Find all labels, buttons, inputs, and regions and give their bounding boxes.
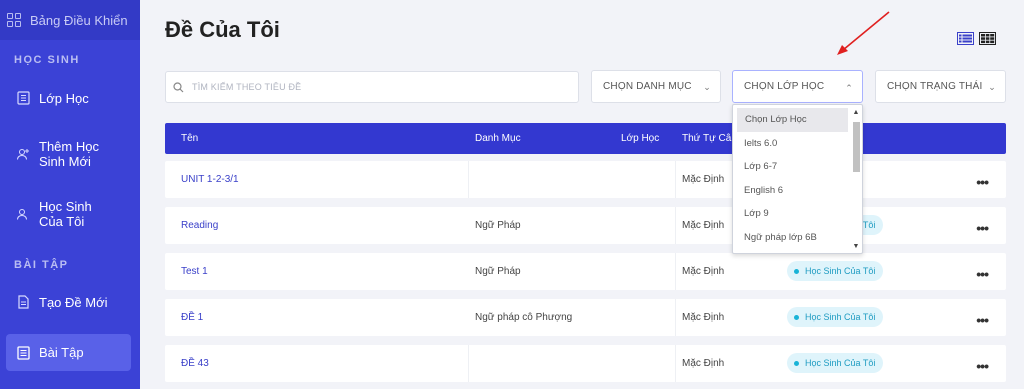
chevron-down-icon: ⌄	[703, 82, 711, 92]
category-cell: Ngữ pháp cô Phượng	[475, 312, 573, 323]
dashboard-label: Bảng Điều Khiển	[30, 12, 128, 28]
status-dot	[794, 314, 799, 320]
column-divider	[675, 299, 676, 336]
dashboard-grid-icon	[7, 13, 21, 27]
main-content: Đề Của Tôi TÌM KIẾM THEO TIÊU ĐỀ CHỌN DA…	[140, 0, 1024, 389]
annotation-arrow-icon	[837, 11, 890, 55]
dropdown-option[interactable]: English 6	[733, 179, 848, 203]
dropdown-option[interactable]: Lớp 6-7	[733, 155, 848, 179]
class-select[interactable]: CHỌN LỚP HỌC ⌃	[732, 70, 863, 103]
column-header-category[interactable]: Danh Mục	[475, 133, 521, 144]
section-students-heading: HỌC SINH	[14, 54, 80, 66]
more-actions-icon[interactable]: •••	[976, 266, 989, 282]
column-header-class[interactable]: Lớp Học	[621, 133, 659, 144]
exam-name-link[interactable]: ĐỀ 1	[181, 312, 203, 323]
section-exercises-heading: BÀI TẬP	[14, 259, 69, 271]
category-cell: Ngữ Pháp	[475, 266, 521, 277]
status-badge: Học Sinh Của Tôi	[787, 307, 884, 327]
status-badge-label: Học Sinh Của Tôi	[805, 312, 876, 322]
class-select-value: CHỌN LỚP HỌC	[744, 81, 825, 92]
more-actions-icon[interactable]: •••	[976, 358, 989, 374]
chevron-down-icon: ⌄	[988, 82, 996, 92]
status-dot	[794, 360, 799, 366]
order-cell: Mặc Định	[682, 358, 725, 369]
order-cell: Mặc Định	[682, 312, 725, 323]
exam-name-link[interactable]: Reading	[181, 220, 218, 231]
sidebar-item-add-student[interactable]: Thêm Học Sinh Mới	[6, 137, 131, 171]
search-placeholder: TÌM KIẾM THEO TIÊU ĐỀ	[192, 82, 302, 92]
more-actions-icon[interactable]: •••	[976, 220, 989, 236]
column-divider	[468, 161, 469, 198]
sidebar-item-label: Bài Tập	[39, 345, 84, 360]
column-divider	[675, 207, 676, 244]
order-cell: Mặc Định	[682, 220, 725, 231]
table-row[interactable]: ĐỀ 43 Mặc Định Học Sinh Của Tôi •••	[165, 345, 1006, 382]
add-user-icon	[16, 147, 30, 161]
dropdown-option[interactable]: Ngữ pháp lớp 6B	[733, 226, 848, 250]
class-dropdown-list: Chọn Lớp Học Ielts 6.0 Lớp 6-7 English 6…	[732, 104, 863, 254]
category-select-value: CHỌN DANH MỤC	[603, 81, 692, 92]
scroll-down-arrow-icon[interactable]: ▼	[852, 243, 860, 251]
page-title: Đề Của Tôi	[165, 17, 280, 42]
column-divider	[468, 345, 469, 382]
search-input[interactable]: TÌM KIẾM THEO TIÊU ĐỀ	[165, 71, 579, 103]
column-header-order[interactable]: Thứ Tự Câu	[682, 133, 737, 144]
status-select[interactable]: CHỌN TRẠNG THÁI ⌄	[875, 70, 1006, 103]
exam-name-link[interactable]: ĐỀ 43	[181, 358, 209, 369]
dropdown-option[interactable]: Ielts 6.0	[733, 132, 848, 156]
sidebar-item-classes[interactable]: Lớp Học	[6, 88, 131, 108]
dashboard-link[interactable]: Bảng Điều Khiển	[0, 0, 140, 40]
user-icon	[16, 207, 30, 221]
table-row[interactable]: UNIT 1-2-3/1 Mặc Định •••	[165, 161, 1006, 198]
column-header-name[interactable]: Tên	[181, 133, 198, 144]
more-actions-icon[interactable]: •••	[976, 312, 989, 328]
sidebar-item-my-students[interactable]: Học Sinh Của Tôi	[6, 197, 131, 231]
table-row[interactable]: Reading Ngữ Pháp Mặc Định Học Sinh Của T…	[165, 207, 1006, 244]
dropdown-option[interactable]: Chọn Lớp Học	[737, 108, 848, 132]
dropdown-scrollbar[interactable]: ▲ ▼	[852, 109, 860, 251]
scrollbar-thumb[interactable]	[852, 122, 860, 172]
status-select-value: CHỌN TRẠNG THÁI	[887, 81, 983, 92]
view-toggle	[957, 32, 996, 45]
sidebar-item-label: Lớp Học	[39, 90, 89, 106]
sidebar-item-label: Thêm Học Sinh Mới	[39, 139, 99, 169]
column-divider	[675, 253, 676, 290]
status-badge-label: Học Sinh Của Tôi	[805, 358, 876, 368]
status-badge: Học Sinh Của Tôi	[787, 261, 884, 281]
sidebar: Bảng Điều Khiển HỌC SINH Lớp Học Thêm Họ…	[0, 0, 140, 389]
exam-name-link[interactable]: UNIT 1-2-3/1	[181, 174, 239, 185]
sidebar-item-label: Tạo Đề Mới	[39, 294, 108, 310]
table-header: Tên Danh Mục Lớp Học Thứ Tự Câu	[165, 123, 1006, 154]
chevron-up-icon: ⌃	[845, 83, 853, 93]
search-icon	[173, 81, 184, 92]
scroll-up-arrow-icon[interactable]: ▲	[852, 109, 860, 117]
category-select[interactable]: CHỌN DANH MỤC ⌄	[591, 70, 721, 103]
sidebar-item-exercises[interactable]: Bài Tập	[6, 334, 131, 371]
classes-icon	[16, 91, 30, 105]
table-row[interactable]: Test 1 Ngữ Pháp Mặc Định Học Sinh Của Tô…	[165, 253, 1006, 290]
column-divider	[675, 345, 676, 382]
exercises-icon	[16, 345, 30, 360]
dropdown-option[interactable]: Lớp 9	[733, 202, 848, 226]
status-dot	[794, 268, 799, 274]
grid-view-icon[interactable]	[979, 32, 996, 45]
create-exam-icon	[16, 295, 30, 309]
more-actions-icon[interactable]: •••	[976, 174, 989, 190]
status-badge-label: Học Sinh Của Tôi	[805, 266, 876, 276]
table-row[interactable]: ĐỀ 1 Ngữ pháp cô Phượng Mặc Định Học Sin…	[165, 299, 1006, 336]
status-badge: Học Sinh Của Tôi	[787, 353, 884, 373]
order-cell: Mặc Định	[682, 266, 725, 277]
column-divider	[675, 161, 676, 198]
order-cell: Mặc Định	[682, 174, 725, 185]
category-cell: Ngữ Pháp	[475, 220, 521, 231]
sidebar-item-create-exam[interactable]: Tạo Đề Mới	[6, 292, 131, 312]
sidebar-item-label: Học Sinh Của Tôi	[39, 199, 92, 229]
exam-name-link[interactable]: Test 1	[181, 266, 208, 277]
list-view-icon[interactable]	[957, 32, 974, 45]
